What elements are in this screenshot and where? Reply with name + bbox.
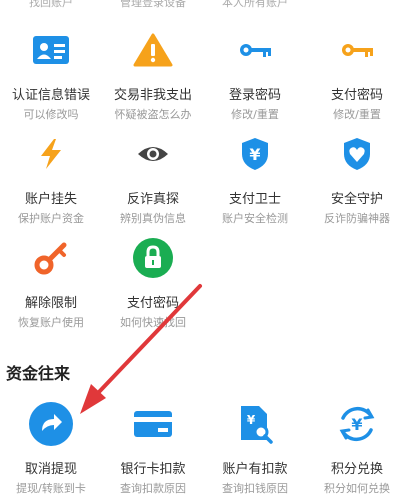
grid-item-login-password[interactable]: 登录密码 修改/重置: [204, 26, 306, 122]
item-title: 支付密码: [330, 88, 383, 103]
item-subtitle: 提现/转账到卡: [16, 482, 86, 495]
shield-yen-icon: ¥: [242, 138, 268, 170]
grid-item-auth-info-error[interactable]: 认证信息错误 可以修改吗: [0, 26, 102, 122]
grid-item-anti-fraud-detective[interactable]: 反诈真探 辨别真伪信息: [102, 130, 204, 226]
grid-item-payment-guard[interactable]: ¥ 支付卫士 账户安全检测: [204, 130, 306, 226]
item-title: 账户有扣款: [222, 462, 288, 477]
item-title: 积分兑换: [330, 462, 383, 477]
item-title: 取消提现: [24, 462, 77, 477]
partial-label-2: 管理登录设备: [120, 0, 186, 8]
item-title: 银行卡扣款: [120, 462, 186, 477]
grid-item-account-deduction[interactable]: ¥ 账户有扣款 查询扣钱原因: [204, 400, 306, 496]
grid-item-cancel-withdrawal[interactable]: 取消提现 提现/转账到卡: [0, 400, 102, 496]
warning-triangle-icon: [133, 33, 173, 67]
key-unlock-icon: [34, 242, 67, 275]
grid-row-3: 解除限制 恢复账户使用 支付密码 如何快速找回: [0, 234, 409, 330]
item-subtitle: 怀疑被盗怎么办: [114, 108, 192, 121]
item-subtitle: 账户安全检测: [222, 212, 288, 225]
grid-item-unauthorized-transaction[interactable]: 交易非我支出 怀疑被盗怎么办: [102, 26, 204, 122]
item-subtitle: 修改/重置: [333, 108, 381, 121]
item-title: 交易非我支出: [113, 88, 192, 103]
svg-text:¥: ¥: [249, 145, 260, 164]
item-subtitle: 保护账户资金: [18, 212, 84, 225]
item-subtitle: 修改/重置: [231, 108, 279, 121]
svg-text:¥: ¥: [247, 413, 256, 427]
item-subtitle: 积分如何兑换: [324, 482, 390, 495]
document-search-icon: ¥: [241, 406, 273, 444]
item-title: 支付密码: [126, 296, 179, 311]
grid-item-bank-card-deduction[interactable]: 银行卡扣款 查询扣款原因: [102, 400, 204, 496]
grid-item-remove-restriction[interactable]: 解除限制 恢复账户使用: [0, 234, 102, 330]
eye-icon: [138, 147, 168, 161]
partial-label-3: 本人所有账户: [222, 0, 288, 8]
item-title: 安全守护: [330, 192, 383, 207]
item-subtitle: 可以修改吗: [23, 108, 79, 121]
item-subtitle: 辨别真伪信息: [120, 212, 186, 225]
grid-item-report-loss[interactable]: 账户挂失 保护账户资金: [0, 130, 102, 226]
item-title: 认证信息错误: [11, 88, 90, 103]
item-subtitle: 如何快速找回: [120, 316, 186, 329]
item-subtitle: 恢复账户使用: [18, 316, 84, 329]
svg-text:¥: ¥: [351, 415, 362, 434]
lightning-icon: [41, 139, 61, 169]
grid-item-recover-payment-password[interactable]: 支付密码 如何快速找回: [102, 234, 204, 330]
item-title: 反诈真探: [126, 192, 179, 207]
grid-item-security-guard[interactable]: 安全守护 反诈防骗神器: [306, 130, 408, 226]
item-subtitle: 反诈防骗神器: [324, 212, 390, 225]
item-title: 解除限制: [24, 296, 77, 311]
grid-row-2: 账户挂失 保护账户资金 反诈真探 辨别真伪信息 ¥ 支付卫士 账户安全检测 安全…: [0, 130, 409, 226]
item-title: 账户挂失: [24, 192, 77, 207]
item-subtitle: 查询扣钱原因: [222, 482, 288, 495]
item-title: 登录密码: [228, 88, 281, 103]
grid-row-1: 认证信息错误 可以修改吗 交易非我支出 怀疑被盗怎么办 登录密码 修改/重置 支…: [0, 26, 409, 122]
blue-key-icon: [240, 44, 271, 57]
share-arrow-icon: [29, 402, 73, 446]
item-title: 支付卫士: [228, 192, 281, 207]
grid-row-4: 取消提现 提现/转账到卡 银行卡扣款 查询扣款原因 ¥ 账户有扣款 查询扣钱原因: [0, 400, 409, 496]
orange-key-icon: [342, 44, 373, 57]
partial-top-row: 找回账户 管理登录设备 本人所有账户: [0, 0, 409, 8]
lock-icon: [133, 238, 173, 278]
id-card-icon: [33, 36, 69, 64]
item-subtitle: 查询扣款原因: [120, 482, 186, 495]
grid-item-payment-password[interactable]: 支付密码 修改/重置: [306, 26, 408, 122]
shield-heart-icon: [344, 138, 370, 170]
partial-label-1: 找回账户: [29, 0, 73, 8]
bank-card-icon: [134, 411, 172, 437]
section-title-funds: 资金往来: [6, 364, 71, 383]
yen-exchange-icon: ¥: [339, 406, 375, 442]
grid-item-points-exchange[interactable]: ¥ 积分兑换 积分如何兑换: [306, 400, 408, 496]
